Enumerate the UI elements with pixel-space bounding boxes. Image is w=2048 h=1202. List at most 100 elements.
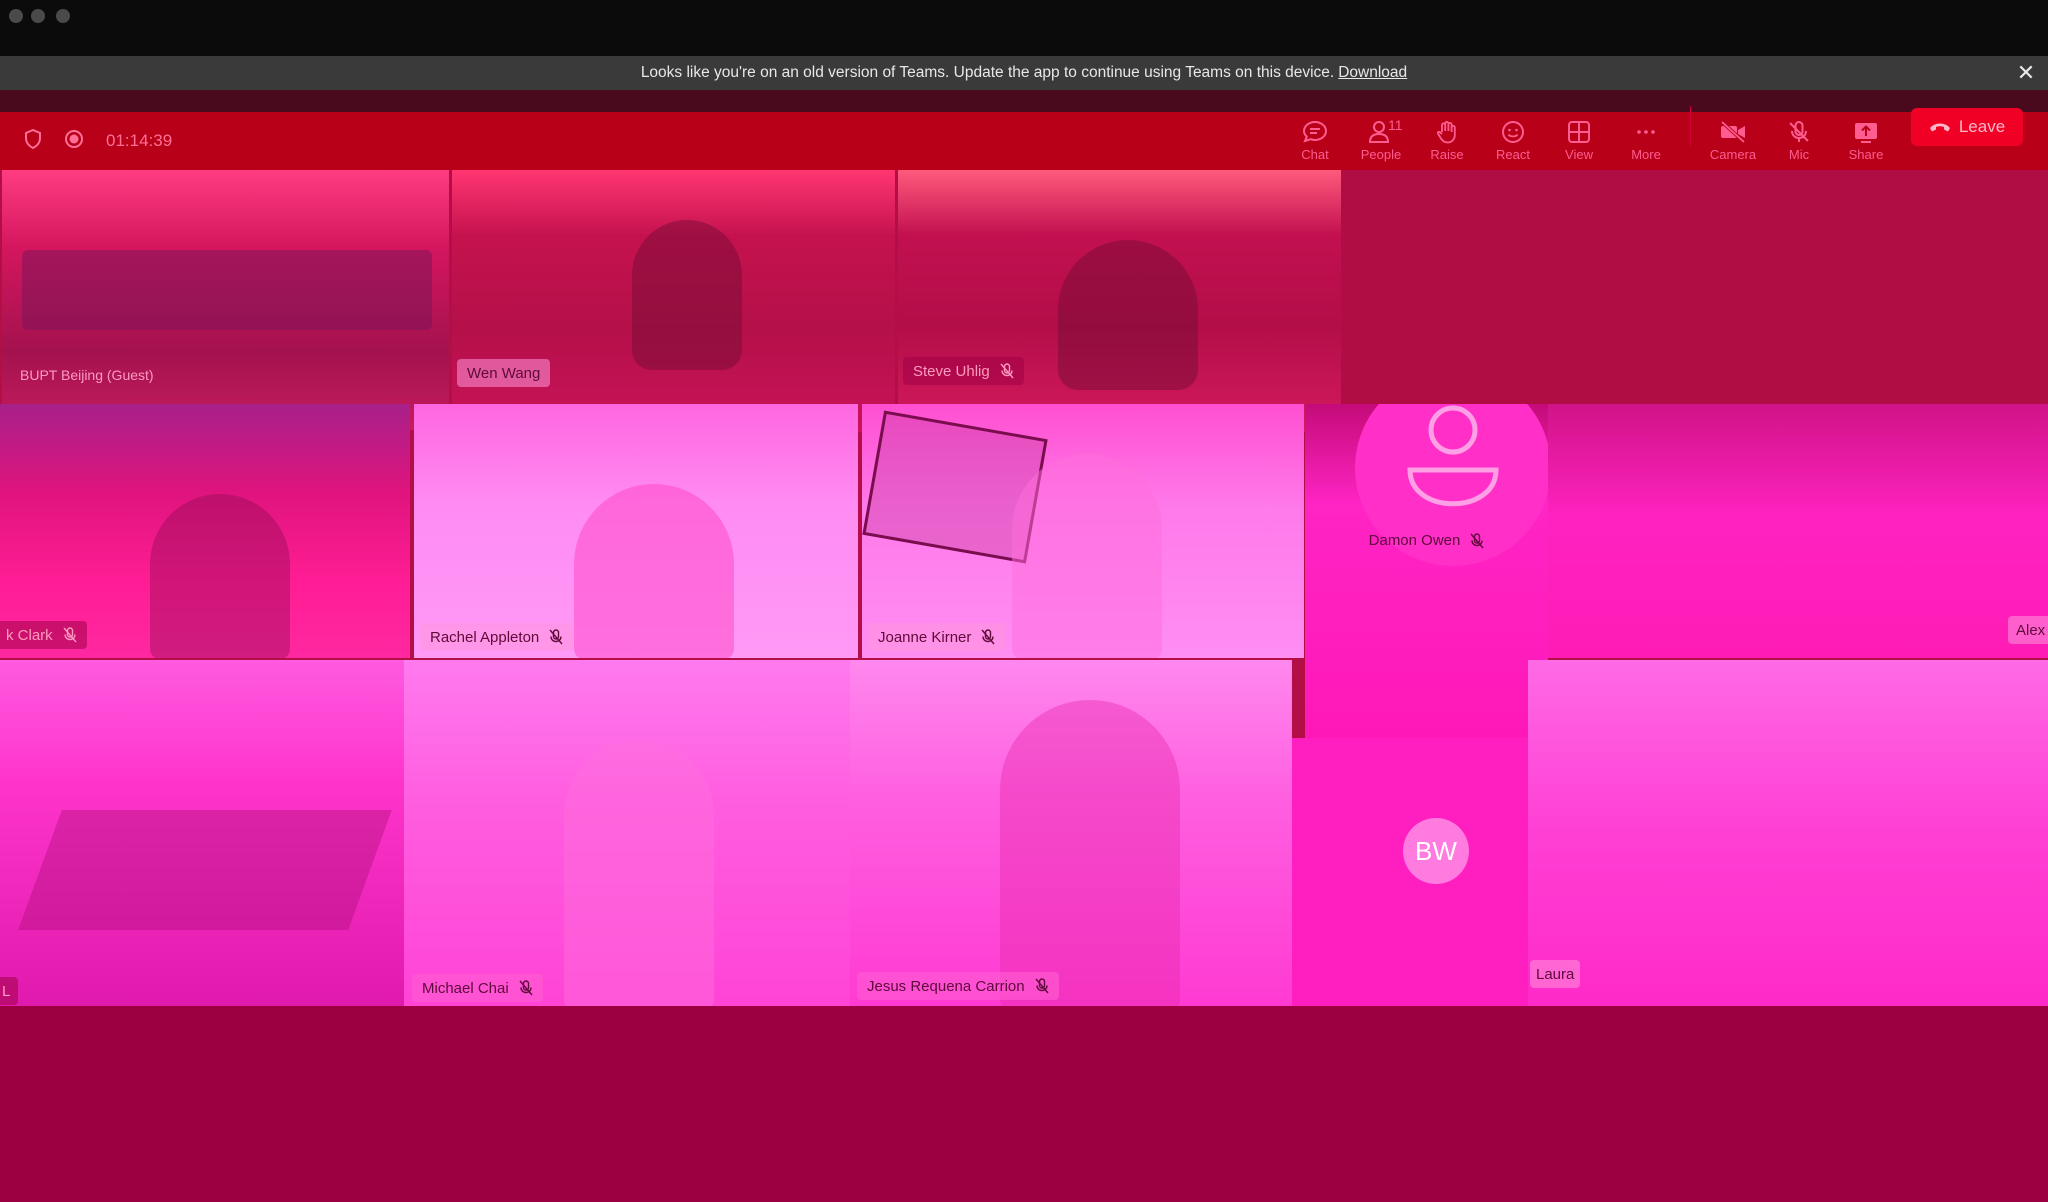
share-button[interactable]: Share (1833, 112, 1899, 170)
mic-off-icon (1789, 121, 1809, 142)
banner-close-button[interactable]: ✕ (2014, 61, 2038, 85)
mic-muted-icon (63, 627, 77, 643)
participant-name: Wen Wang (467, 364, 541, 382)
smiley-icon (1502, 121, 1524, 143)
share-icon (1855, 123, 1877, 143)
name-tag: Rachel Appleton (420, 623, 574, 651)
gallery-empty-area (1341, 170, 2048, 435)
camera-button[interactable]: Camera (1700, 112, 1766, 170)
people-label: People (1360, 147, 1402, 162)
name-tag: Laura (1530, 960, 1581, 988)
video-tile-laura[interactable]: Laura (1528, 660, 2048, 1006)
avatar-initials: BW (1415, 835, 1457, 866)
video-tile-wen-wang[interactable]: Wen Wang (452, 170, 895, 432)
leave-label: Leave (1958, 117, 2006, 136)
more-label: More (1631, 147, 1661, 162)
toolbar-separator (1690, 106, 1691, 146)
view-button[interactable]: View (1546, 112, 1612, 170)
more-button[interactable]: More (1613, 112, 1679, 170)
mic-button[interactable]: Mic (1766, 112, 1832, 170)
participant-name: Steve Uhlig (913, 362, 990, 380)
meeting-timer: 01:14:39 (106, 131, 173, 150)
camera-label: Camera (1709, 147, 1757, 162)
people-button[interactable]: 11 People (1348, 112, 1414, 170)
participant-video (564, 740, 714, 1006)
avatar: BW (1403, 818, 1469, 884)
video-tile-alex[interactable]: Alex (1548, 404, 2048, 658)
participant-name: Jesus Requena Carrion (867, 977, 1025, 995)
view-label: View (1565, 147, 1593, 162)
close-icon: ✕ (2016, 60, 2036, 85)
update-banner-message: Looks like you're on an old version of T… (640, 64, 1335, 81)
window-titlebar (0, 0, 2048, 56)
participant-video (632, 220, 742, 370)
update-banner: Looks like you're on an old version of T… (0, 56, 2048, 90)
video-tile-jesus-requena-carrion[interactable]: Jesus Requena Carrion (850, 660, 1292, 1006)
video-tile-michael-chai[interactable]: Michael Chai (404, 660, 850, 1006)
participant-name: Michael Chai (422, 979, 509, 997)
shield-icon[interactable] (24, 128, 42, 154)
hand-icon (1436, 121, 1456, 144)
participant-name: Damon Owen (1368, 532, 1461, 549)
participant-name: L (2, 982, 11, 1000)
react-label: React (1496, 147, 1530, 162)
participant-name: Rachel Appleton (430, 628, 540, 646)
phone-hangup-icon (1929, 123, 1950, 132)
meeting-room-video (22, 250, 432, 330)
react-button[interactable]: React (1480, 112, 1546, 170)
video-gallery: BUPT Beijing (Guest) Wen Wang Steve Uhli… (0, 170, 2048, 1202)
name-tag: Joanne Kirner (868, 623, 1006, 651)
recording-icon (64, 129, 84, 154)
share-label: Share (1848, 147, 1884, 162)
name-tag: Alex (2008, 616, 2048, 644)
raise-hand-button[interactable]: Raise (1414, 112, 1480, 170)
participant-video (1058, 240, 1198, 390)
name-tag: L (0, 977, 19, 1005)
more-icon (1637, 130, 1655, 134)
video-tile-steve-uhlig[interactable]: Steve Uhlig (898, 170, 1341, 432)
video-tile-l[interactable]: L (0, 660, 408, 1006)
meeting-toolbar: 01:14:39 Chat 11 People Raise React View… (0, 112, 2048, 170)
participant-name: Alex (2016, 621, 2046, 639)
video-tile-clark[interactable]: k Clark (0, 404, 410, 658)
participant-video (1000, 700, 1180, 1006)
chat-icon (1302, 120, 1328, 143)
name-tag: Steve Uhlig (903, 357, 1024, 385)
video-tile-bw[interactable]: BW (1292, 738, 1528, 1006)
participant-name: Joanne Kirner (878, 628, 972, 646)
close-window-button[interactable] (9, 9, 23, 23)
name-tag: k Clark (0, 621, 87, 649)
name-tag: Jesus Requena Carrion (857, 972, 1059, 1000)
raise-label: Raise (1430, 147, 1464, 162)
name-tag: Michael Chai (412, 974, 543, 1002)
mic-muted-icon (1470, 532, 1484, 548)
name-tag: Damon Owen (1305, 532, 1548, 549)
download-link[interactable]: Download (1338, 64, 1407, 82)
video-tile-damon-owen[interactable]: Damon Owen (1305, 404, 1548, 738)
mic-muted-icon (519, 980, 533, 996)
participant-video (574, 484, 734, 658)
mic-muted-icon (981, 629, 995, 645)
mic-label: Mic (1788, 147, 1810, 162)
video-tile-rachel-appleton[interactable]: Rachel Appleton (414, 404, 858, 658)
people-count-badge: 11 (1388, 117, 1403, 133)
participant-name: BUPT Beijing (Guest) (20, 367, 154, 383)
leave-button[interactable]: Leave (1911, 108, 2023, 146)
video-tile-joanne-kirner[interactable]: Joanne Kirner (862, 404, 1304, 658)
minimize-window-button[interactable] (31, 9, 45, 23)
video-tile-bupt[interactable]: BUPT Beijing (Guest) (2, 170, 449, 430)
mic-muted-icon (1000, 363, 1014, 379)
participant-name: Laura (1536, 965, 1575, 983)
mic-muted-icon (1035, 978, 1049, 994)
chat-button[interactable]: Chat (1282, 112, 1348, 170)
chat-label: Chat (1301, 147, 1329, 162)
banner-divider (0, 90, 2048, 112)
grid-icon (1568, 121, 1590, 143)
mic-muted-icon (549, 629, 563, 645)
participant-video (1012, 454, 1162, 658)
conference-table (18, 810, 392, 930)
participant-video (150, 494, 290, 658)
participant-name: k Clark (6, 626, 53, 644)
camera-off-icon (1720, 120, 1746, 144)
zoom-window-button[interactable] (56, 9, 70, 23)
